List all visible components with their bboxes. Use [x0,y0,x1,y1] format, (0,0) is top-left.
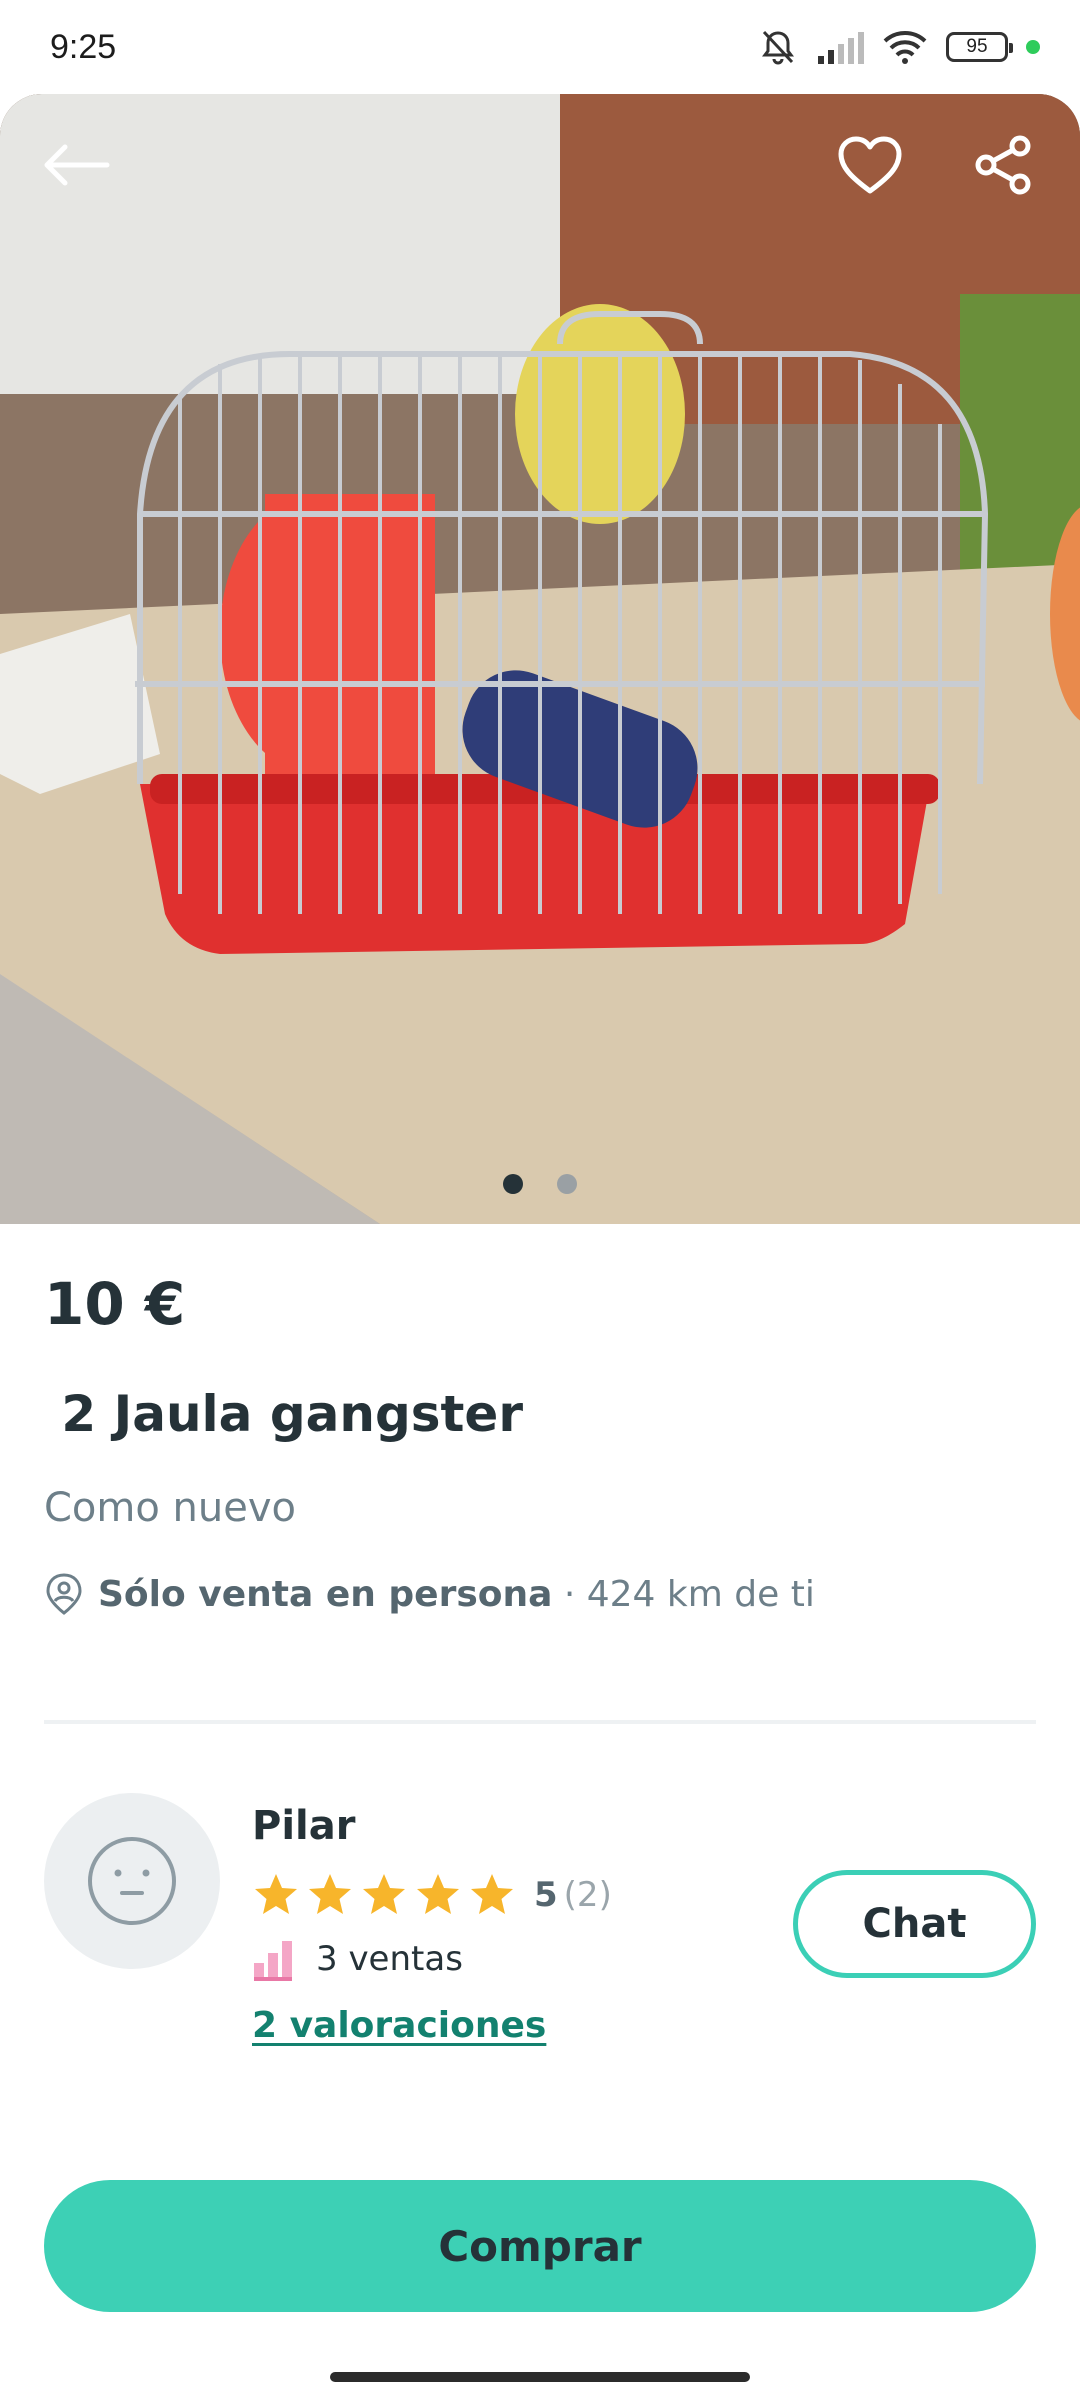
seller-sales: 3 ventas [252,1937,463,1981]
product-photo [0,94,1080,1224]
gallery-pagination [0,1174,1080,1194]
star-icon [306,1872,354,1918]
sales-count: 3 ventas [316,1939,463,1979]
star-icon [468,1872,516,1918]
star-icon [414,1872,462,1918]
item-detail-screen: 9:25 95 10 € 2 Jaula gangster Como nuevo… [0,0,1080,2400]
chat-button[interactable]: Chat [793,1870,1036,1978]
item-title: 2 Jaula gangster [44,1385,523,1443]
heart-icon [838,136,902,194]
sales-chart-icon [254,1941,292,1981]
item-price: 10 € [44,1270,186,1338]
rating-count: (2) [563,1875,612,1915]
status-time: 9:25 [50,27,117,66]
star-icon [252,1872,300,1918]
status-bar: 9:25 95 [0,0,1080,94]
signal-icon [816,30,864,64]
seller-name[interactable]: Pilar [252,1803,355,1849]
item-location: Sólo venta en persona · 424 km de ti [44,1572,815,1616]
pagination-dot-2[interactable] [557,1174,577,1194]
pagination-dot-1[interactable] [503,1174,523,1194]
reviews-link[interactable]: 2 valoraciones [252,2005,546,2046]
bell-muted-icon [758,27,798,67]
battery-icon: 95 [946,32,1013,62]
share-button[interactable] [958,120,1048,210]
item-distance: · 424 km de ti [552,1573,815,1615]
share-icon [975,135,1031,195]
buy-button[interactable]: Comprar [44,2180,1036,2312]
wifi-icon [882,29,928,65]
image-gallery[interactable] [0,94,1080,1224]
neutral-face-icon [88,1837,176,1925]
seller-rating: 5 (2) [252,1872,612,1918]
privacy-indicator-dot [1026,40,1040,54]
item-condition: Como nuevo [44,1485,297,1531]
seller-avatar[interactable] [44,1793,220,1969]
rating-value: 5 [534,1875,558,1915]
star-icon [360,1872,408,1918]
back-button[interactable] [30,120,120,210]
section-divider [44,1720,1036,1724]
home-indicator[interactable] [330,2372,750,2382]
location-pin-icon [46,1573,82,1615]
status-icons: 95 [758,27,1040,67]
delivery-method: Sólo venta en persona [98,1573,553,1615]
arrow-left-icon [44,144,110,186]
favorite-button[interactable] [825,120,915,210]
